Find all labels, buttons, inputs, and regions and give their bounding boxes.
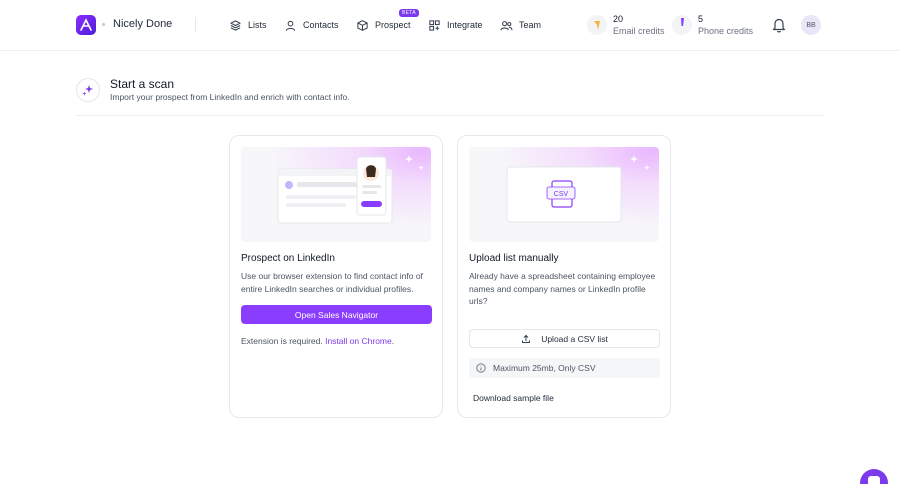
- nav-integrate-label: Integrate: [447, 20, 483, 30]
- nav-prospect-label: Prospect: [375, 20, 411, 30]
- nav-team[interactable]: Team: [500, 14, 541, 36]
- logo-icon: [80, 18, 92, 31]
- users-icon: [500, 20, 513, 30]
- linkedin-card-description: Use our browser extension to find contac…: [241, 271, 423, 294]
- nav-contacts[interactable]: Contacts: [284, 14, 339, 36]
- page-title: Start a scan: [110, 77, 175, 91]
- info-icon: [476, 363, 486, 373]
- upload-card-description: Already have a spreadsheet containing em…: [469, 271, 656, 306]
- phone-credit-icon: [672, 15, 692, 35]
- linkedin-card-title: Prospect on LinkedIn: [241, 253, 335, 264]
- cube-icon: [357, 19, 368, 31]
- nav-team-label: Team: [519, 20, 542, 30]
- upload-card-title: Upload list manually: [469, 253, 559, 264]
- phone-credit-label: Phone credits: [698, 26, 754, 36]
- csv-illustration: CSV: [469, 147, 659, 242]
- extension-note: Extension is required. Install on Chrome…: [241, 336, 394, 346]
- nav-integrate[interactable]: Integrate: [428, 14, 483, 36]
- grid-icon: [429, 19, 440, 31]
- upload-icon: [522, 334, 531, 343]
- nav-contacts-label: Contacts: [303, 20, 339, 30]
- nav-lists[interactable]: Lists: [229, 14, 267, 36]
- email-credit-icon: [587, 15, 607, 35]
- phone-credit-count: 5: [698, 14, 704, 24]
- stack-icon: [230, 19, 241, 31]
- extension-note-period: .: [391, 336, 395, 346]
- email-credit-count: 20: [613, 14, 624, 24]
- chat-icon: [868, 476, 880, 484]
- linkedin-card: Prospect on LinkedIn Use our browser ext…: [229, 135, 443, 418]
- sparkle-icon: [76, 78, 100, 102]
- phone-credits[interactable]: 5 Phone credits: [672, 13, 753, 37]
- top-navbar: Nicely Done Lists Contacts Prospect BETA…: [0, 0, 900, 51]
- file-limit-info: Maximum 25mb, Only CSV: [469, 358, 660, 378]
- header-divider: [76, 115, 824, 116]
- upload-card: CSV Upload list manually Already have a …: [457, 135, 671, 418]
- app-logo[interactable]: [76, 15, 96, 35]
- nav-prospect[interactable]: Prospect: [356, 14, 411, 36]
- upload-csv-button[interactable]: Upload a CSV list: [469, 329, 660, 348]
- workspace-name[interactable]: Nicely Done: [113, 18, 172, 30]
- email-credits[interactable]: 20 Email credits: [587, 13, 665, 37]
- extension-note-text: Extension is required.: [241, 336, 326, 346]
- csv-file-label: CSV: [554, 191, 569, 198]
- download-sample-link[interactable]: Download sample file: [473, 393, 554, 403]
- nav-separator: [195, 17, 196, 32]
- file-limit-text: Maximum 25mb, Only CSV: [493, 363, 596, 373]
- chat-support-button[interactable]: [860, 469, 888, 484]
- workspace-dot: [102, 23, 105, 26]
- bell-icon[interactable]: [772, 17, 786, 33]
- email-credit-label: Email credits: [613, 26, 665, 36]
- linkedin-illustration: [241, 147, 431, 242]
- install-chrome-link[interactable]: Install on Chrome: [325, 336, 392, 346]
- user-avatar[interactable]: BB: [801, 15, 821, 35]
- open-sales-navigator-button[interactable]: Open Sales Navigator: [241, 305, 432, 324]
- page-subtitle: Import your prospect from LinkedIn and e…: [110, 92, 350, 102]
- beta-badge: BETA: [399, 9, 419, 17]
- user-icon: [285, 20, 296, 31]
- nav-lists-label: Lists: [248, 20, 267, 30]
- upload-csv-label: Upload a CSV list: [541, 333, 608, 344]
